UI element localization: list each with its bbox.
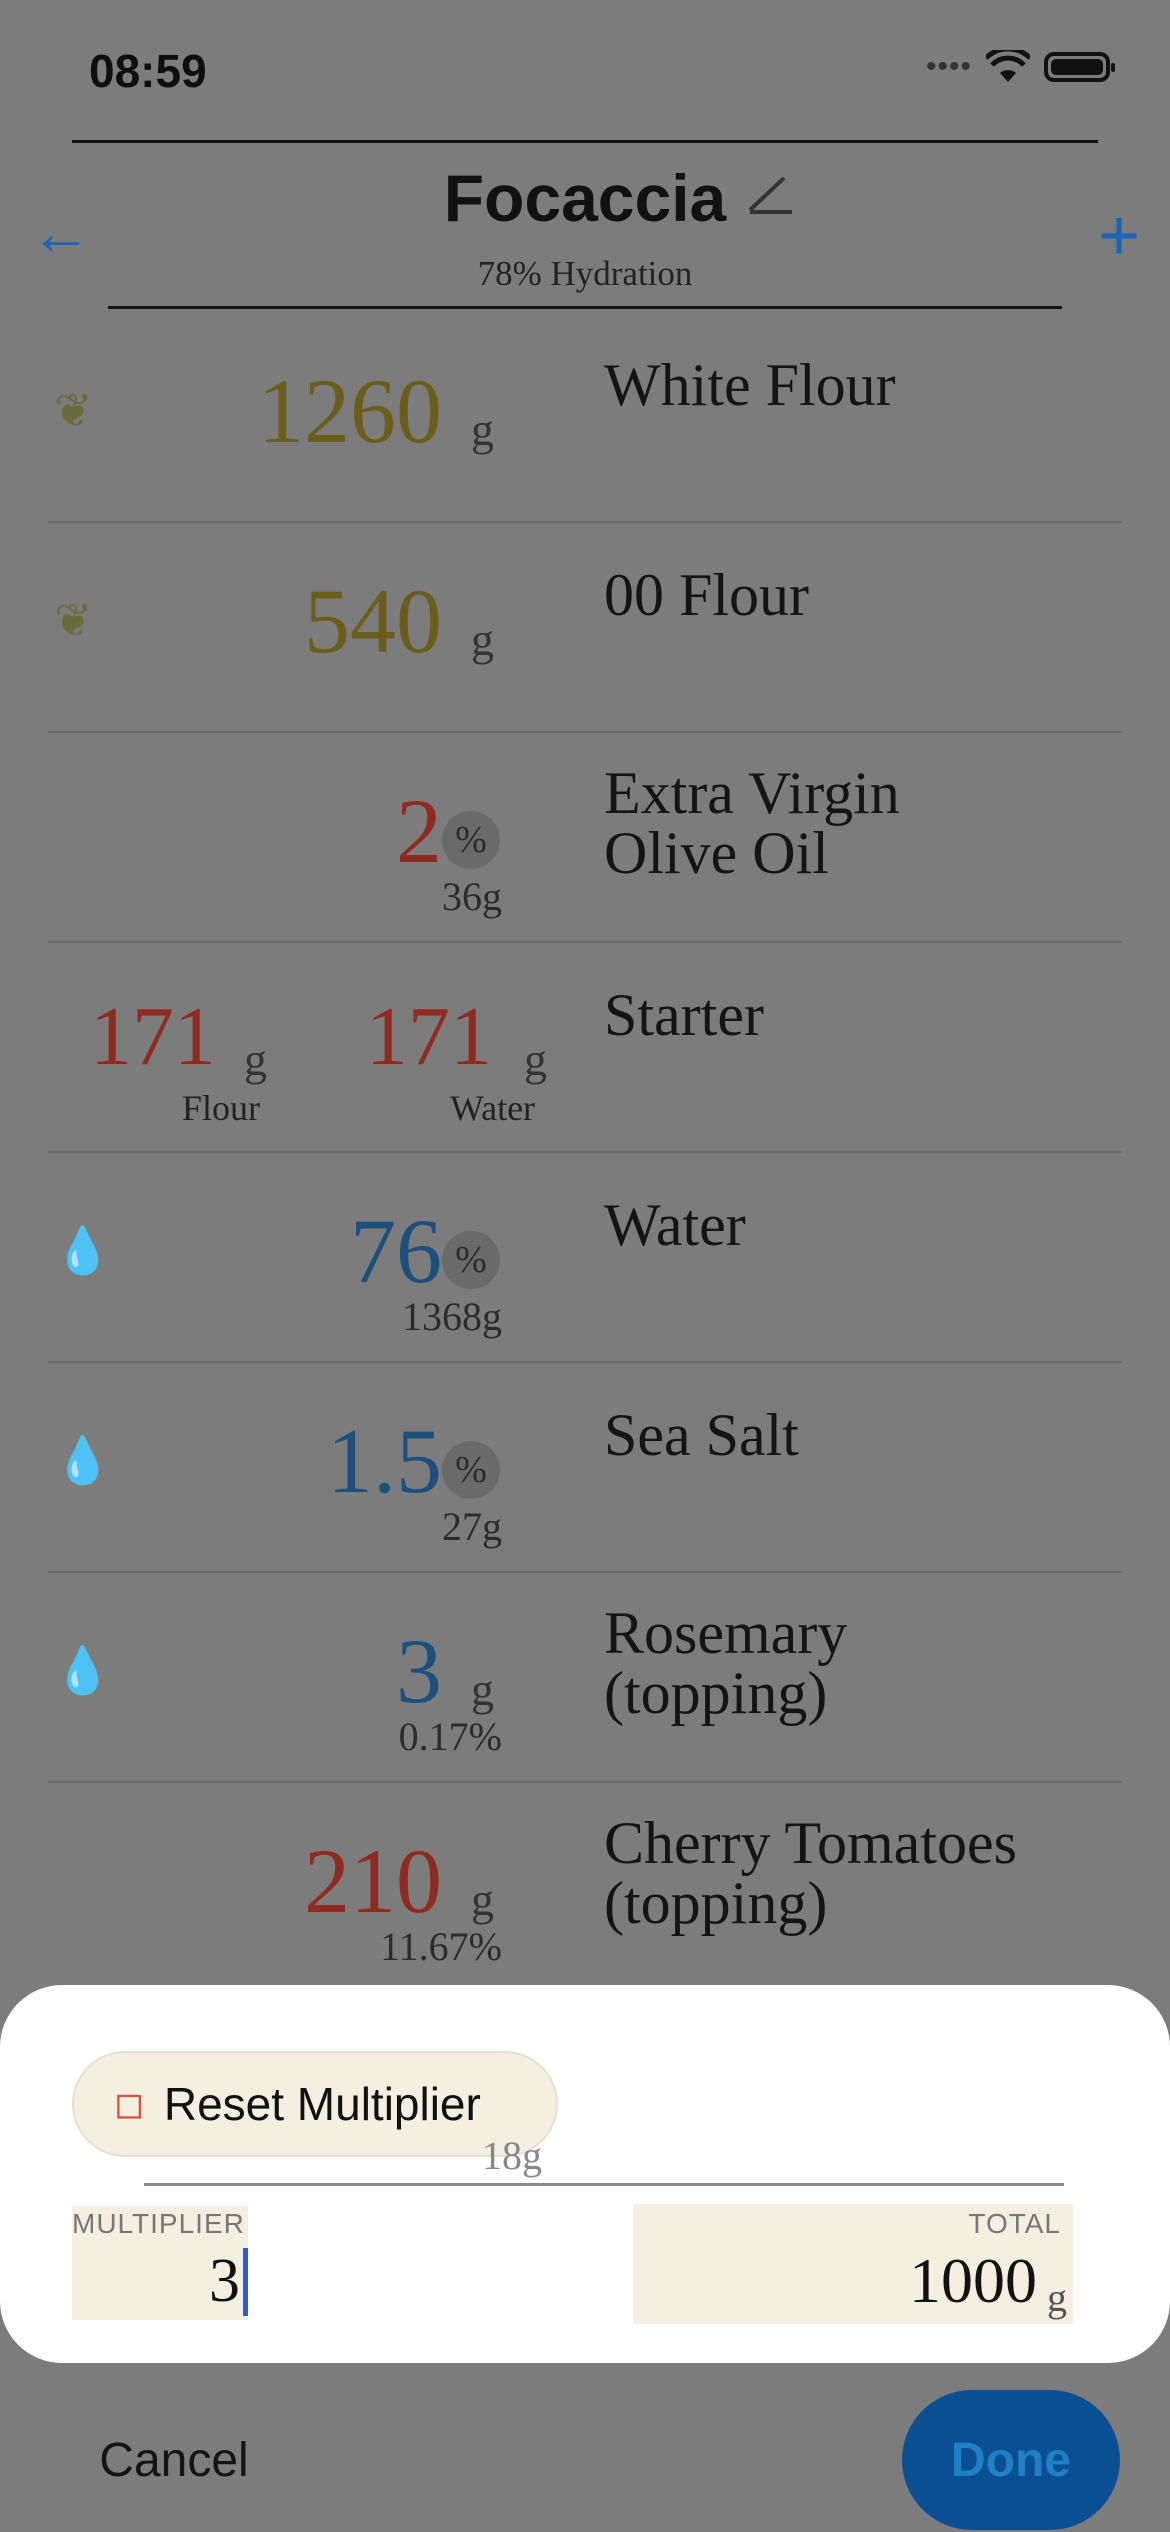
ingredient-name: White Flour [604, 352, 896, 418]
starter-water-unit: g [524, 1034, 547, 1085]
ingredient-amount: 1.5 [327, 1410, 442, 1512]
starter-water-amount: 171 [366, 990, 492, 1083]
status-time: 08:59 [89, 45, 207, 97]
ingredient-name: Rosemary (topping) [604, 1600, 848, 1726]
ingredient-unit: g [471, 404, 494, 455]
ingredient-amount: 76 [350, 1200, 442, 1302]
ingredient-name: Extra Virgin Olive Oil [604, 760, 900, 886]
ingredient-name: Cherry Tomatoes (topping) [604, 1810, 1017, 1936]
percent-badge: % [442, 1231, 500, 1289]
cellular-signal-icon: •••• [925, 50, 972, 83]
total-unit: g [1047, 2275, 1067, 2320]
ingredient-name: Sea Salt [604, 1402, 799, 1468]
starter-flour-unit: g [244, 1034, 267, 1085]
ingredient-name: Water [604, 1192, 746, 1258]
pencil-icon [748, 176, 792, 214]
reset-multiplier-label: Reset Multiplier [163, 2078, 481, 2130]
drop-icon: 💧 [54, 1644, 112, 1696]
divider [108, 306, 1062, 309]
partial-value: 18g [482, 2133, 542, 2178]
ingredient-amount: 3 [396, 1620, 442, 1722]
ingredient-row[interactable]: 2 % 36g Extra Virgin Olive Oil [48, 733, 1122, 943]
ingredient-row[interactable]: 171 g Flour 171 g Water Starter [48, 943, 1122, 1153]
hydration-subtitle: 78% Hydration [477, 254, 693, 293]
page-title: Focaccia [443, 161, 727, 235]
wheat-icon: ❦ [54, 594, 93, 646]
multiplier-label: MULTIPLIER [72, 2208, 245, 2239]
ingredient-row[interactable]: 💧 76 % 1368g Water [48, 1153, 1122, 1363]
ingredient-row[interactable]: 💧 1.5 % 27g Sea Salt [48, 1363, 1122, 1573]
ingredient-unit: g [471, 1664, 494, 1715]
ingredient-grams: 27g [442, 1504, 502, 1549]
total-field[interactable]: TOTAL 1000 g [633, 2204, 1073, 2324]
total-label: TOTAL [968, 2208, 1061, 2239]
ingredient-percent: 0.17% [398, 1714, 502, 1759]
ingredient-unit: g [471, 1874, 494, 1925]
total-value: 1000 [909, 2245, 1037, 2316]
ingredient-name: 00 Flour [604, 562, 810, 628]
ingredient-amount: 2 [396, 780, 442, 882]
ingredient-row[interactable]: 💧 3 g 0.17% Rosemary (topping) [48, 1573, 1122, 1783]
multiplier-value: 3 [209, 2247, 240, 2315]
divider [144, 2183, 1064, 2186]
wifi-icon [986, 50, 1030, 82]
starter-flour-label: Flour [182, 1088, 261, 1128]
done-button[interactable]: Done [902, 2390, 1120, 2530]
starter-water-label: Water [450, 1088, 536, 1128]
cancel-button[interactable]: Cancel [44, 2395, 304, 2525]
edit-title-button[interactable] [744, 170, 796, 228]
ingredient-amount: 1260 [258, 360, 442, 462]
ingredient-amount: 540 [304, 570, 442, 672]
battery-icon [1044, 52, 1115, 82]
ingredient-amount: 210 [304, 1830, 442, 1932]
drop-icon: 💧 [54, 1434, 112, 1486]
ingredient-percent: 11.67% [380, 1924, 502, 1969]
text-caret [243, 2248, 248, 2316]
divider [72, 140, 1098, 143]
status-icons: •••• [925, 50, 1115, 84]
percent-badge: % [442, 1441, 500, 1499]
percent-badge: % [442, 811, 500, 869]
eraser-icon: ◇ [97, 2074, 157, 2134]
starter-flour-amount: 171 [90, 990, 216, 1083]
drop-icon: 💧 [54, 1224, 112, 1276]
ingredient-row[interactable]: 210 g 11.67% Cherry Tomatoes (topping) [48, 1783, 1122, 1991]
ingredient-grams: 1368g [402, 1294, 502, 1339]
wheat-icon: ❦ [54, 384, 93, 436]
ingredient-name: Starter [604, 982, 764, 1048]
ingredient-row[interactable]: ❦ 540 g 00 Flour [48, 523, 1122, 733]
ingredient-unit: g [471, 614, 494, 665]
ingredient-grams: 36g [442, 874, 502, 919]
ingredient-row[interactable]: ❦ 1260 g White Flour [48, 313, 1122, 523]
